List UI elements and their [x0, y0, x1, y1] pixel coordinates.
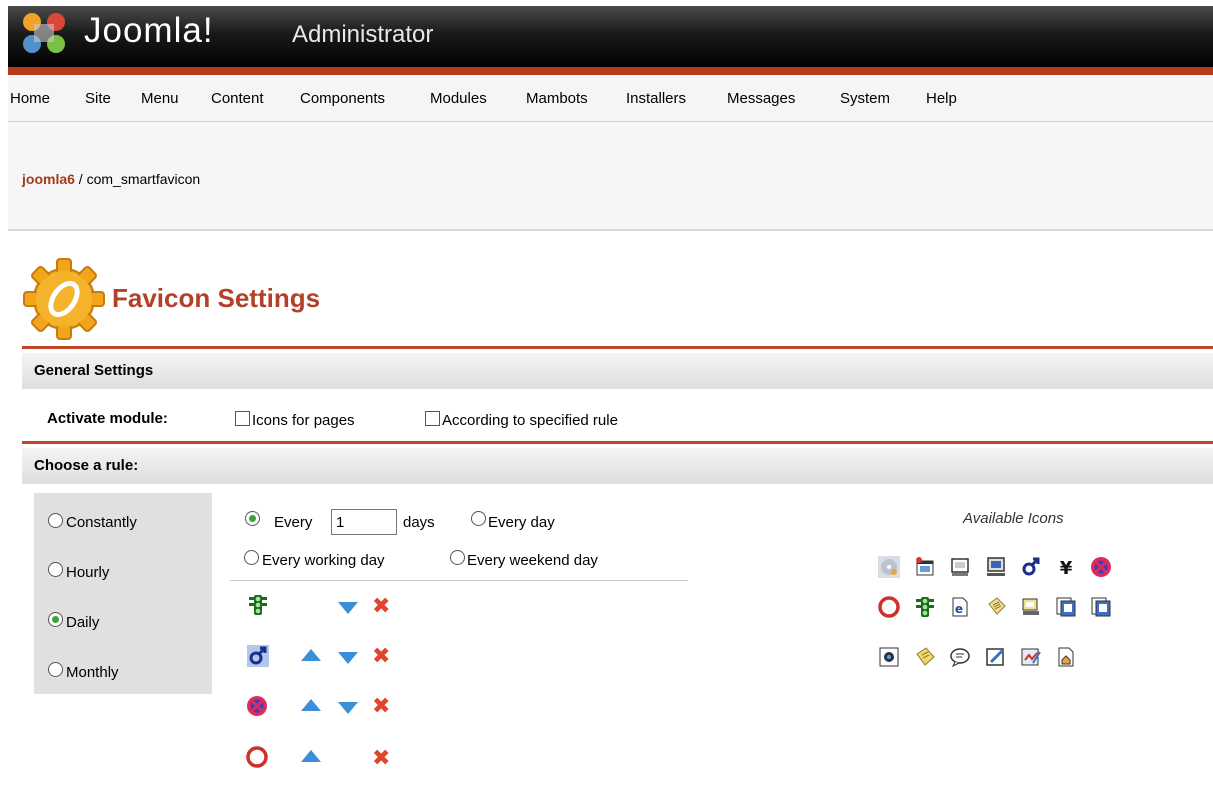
- gear-settings-icon: [23, 258, 105, 340]
- menu-help[interactable]: Help: [926, 90, 957, 108]
- menu-mambots[interactable]: Mambots: [526, 90, 588, 108]
- red-ring-icon[interactable]: [878, 596, 900, 618]
- logo-subtitle: Administrator: [292, 21, 434, 48]
- general-settings-header: General Settings: [22, 353, 1213, 389]
- web-cam-icon[interactable]: [878, 646, 900, 668]
- choose-rule-title: Choose a rule:: [34, 457, 139, 474]
- hourly-label: Hourly: [66, 564, 110, 581]
- ie-page-icon[interactable]: e: [949, 596, 971, 618]
- choose-rule-header: Choose a rule:: [22, 448, 1213, 484]
- delete-icon[interactable]: ✖: [372, 645, 390, 667]
- every-n-days-radio[interactable]: [245, 511, 260, 526]
- constantly-radio[interactable]: [48, 513, 63, 528]
- sticky-note-icon[interactable]: [914, 646, 936, 668]
- signature-icon[interactable]: [1020, 646, 1042, 668]
- delete-icon[interactable]: ✖: [372, 595, 390, 617]
- blocked-circle-icon: [247, 696, 267, 716]
- menu-system[interactable]: System: [840, 90, 890, 108]
- move-up-arrow[interactable]: [301, 750, 321, 762]
- every-working-day-label: Every working day: [262, 552, 385, 569]
- section-divider: [22, 346, 1213, 349]
- computer-icon[interactable]: [985, 556, 1007, 578]
- note-icon[interactable]: [985, 596, 1007, 618]
- yen-icon[interactable]: ¥: [1055, 556, 1077, 578]
- available-icons-title: Available Icons: [963, 510, 1064, 527]
- options-divider: [230, 580, 688, 581]
- move-down-arrow[interactable]: [338, 652, 358, 664]
- menu-modules[interactable]: Modules: [430, 90, 487, 108]
- breadcrumb-separator: /: [74, 171, 87, 187]
- page-title: Favicon Settings: [112, 283, 321, 313]
- every-working-day-radio[interactable]: [244, 550, 259, 565]
- move-up-arrow[interactable]: [301, 699, 321, 711]
- icons-for-pages-label: Icons for pages: [252, 412, 355, 429]
- general-settings-title: General Settings: [34, 362, 154, 379]
- menu-home[interactable]: Home: [10, 90, 50, 108]
- cd-disc-icon[interactable]: [878, 556, 900, 578]
- logo-text: Joomla!: [84, 11, 214, 50]
- constantly-label: Constantly: [66, 514, 137, 531]
- breadcrumb: joomla6 / com_smartfavicon: [22, 171, 200, 187]
- blocked-circle-icon[interactable]: [1090, 556, 1112, 578]
- menu-components[interactable]: Components: [300, 90, 385, 108]
- hourly-radio[interactable]: [48, 562, 63, 577]
- desktop-icon[interactable]: [1020, 596, 1042, 618]
- new-window-icon[interactable]: [914, 556, 936, 578]
- breadcrumb-site-link[interactable]: joomla6: [22, 171, 75, 187]
- traffic-light-icon[interactable]: [914, 596, 936, 618]
- traffic-light-icon: [249, 595, 267, 615]
- delete-icon[interactable]: ✖: [372, 695, 390, 717]
- menu-content[interactable]: Content: [211, 90, 264, 108]
- menu-site[interactable]: Site: [85, 90, 111, 108]
- joomla-logo-icon: [23, 13, 65, 53]
- monthly-label: Monthly: [66, 664, 119, 681]
- section-divider: [22, 441, 1213, 444]
- monthly-radio[interactable]: [48, 662, 63, 677]
- days-label: days: [403, 514, 435, 531]
- every-weekend-day-label: Every weekend day: [467, 552, 598, 569]
- menu-menu[interactable]: Menu: [141, 90, 179, 108]
- move-down-arrow[interactable]: [338, 602, 358, 614]
- menu-installers[interactable]: Installers: [626, 90, 686, 108]
- move-down-arrow[interactable]: [338, 702, 358, 714]
- header-accent-bar: [8, 67, 1213, 75]
- move-up-arrow[interactable]: [301, 649, 321, 661]
- every-label: Every: [274, 514, 313, 531]
- home-page-icon[interactable]: [1055, 646, 1077, 668]
- menu-messages[interactable]: Messages: [727, 90, 795, 108]
- every-day-radio[interactable]: [471, 511, 486, 526]
- every-weekend-day-radio[interactable]: [450, 550, 465, 565]
- svg-text:e: e: [955, 602, 963, 616]
- copy-page-alt-icon[interactable]: [1090, 596, 1112, 618]
- specified-rule-label: According to specified rule: [442, 412, 618, 429]
- activate-module-label: Activate module:: [47, 410, 168, 427]
- svg-text:¥: ¥: [1060, 558, 1073, 578]
- male-symbol-icon[interactable]: [1020, 556, 1042, 578]
- copy-page-icon[interactable]: [1055, 596, 1077, 618]
- delete-icon[interactable]: ✖: [372, 747, 390, 769]
- icons-for-pages-checkbox[interactable]: [235, 411, 250, 426]
- daily-label: Daily: [66, 614, 100, 631]
- specified-rule-checkbox[interactable]: [425, 411, 440, 426]
- chat-bubble-icon[interactable]: [949, 646, 971, 668]
- red-ring-icon: [246, 746, 268, 768]
- every-day-label: Every day: [488, 514, 555, 531]
- pencil-edit-icon[interactable]: [985, 646, 1007, 668]
- days-count-input[interactable]: [331, 509, 397, 535]
- breadcrumb-path: com_smartfavicon: [86, 171, 201, 187]
- daily-radio[interactable]: [48, 612, 63, 627]
- male-symbol-icon: [247, 645, 269, 667]
- monitor-icon[interactable]: [949, 556, 971, 578]
- main-menu-bar: [8, 75, 1213, 122]
